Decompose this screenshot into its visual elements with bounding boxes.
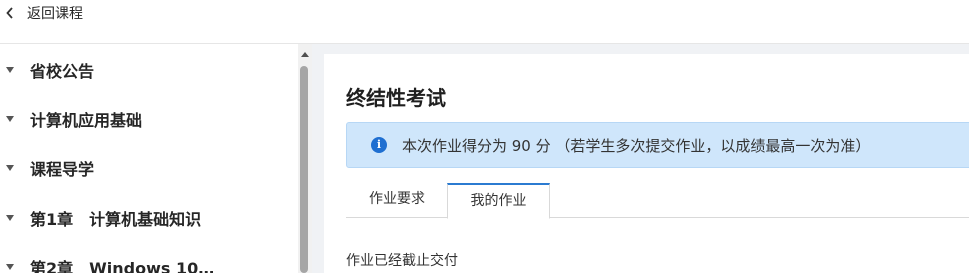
tab-requirements[interactable]: 作业要求 [346, 183, 448, 218]
back-to-course-link[interactable]: 返回课程 [6, 3, 83, 23]
caret-down-icon [6, 215, 14, 221]
back-label: 返回课程 [27, 6, 83, 22]
sidebar-item-announcements[interactable]: 省校公告 [0, 55, 298, 85]
sidebar-item-label: 省校公告 [30, 62, 95, 81]
caret-down-icon [6, 116, 14, 122]
submission-status-text: 作业已经截止交付 [346, 253, 458, 269]
assignment-panel: 终结性考试 i 本次作业得分为 90 分 （若学生多次提交作业，以成绩最高一次为… [324, 54, 969, 273]
info-icon: i [371, 137, 387, 153]
score-alert: i 本次作业得分为 90 分 （若学生多次提交作业，以成绩最高一次为准） [346, 122, 969, 168]
sidebar-item-label: 第1章 计算机基础知识 [30, 210, 202, 229]
score-alert-text: 本次作业得分为 90 分 （若学生多次提交作业，以成绩最高一次为准） [402, 137, 871, 155]
sidebar-item-label: 计算机应用基础 [30, 111, 143, 130]
top-bar: 返回课程 [0, 0, 969, 44]
sidebar-item-chapter-1[interactable]: 第1章 计算机基础知识 [0, 203, 298, 233]
caret-down-icon [6, 165, 14, 171]
scroll-up-arrow-icon[interactable] [301, 52, 309, 57]
scroll-thumb[interactable] [300, 66, 308, 273]
sidebar-item-label: 课程导学 [30, 160, 95, 179]
caret-down-icon [6, 264, 14, 270]
course-outline-sidebar: 省校公告 计算机应用基础 课程导学 第1章 计算机基础知识 第2章 Window… [0, 44, 312, 273]
sidebar-item-chapter-2[interactable]: 第2章 Windows 10… [0, 252, 298, 273]
chevron-left-icon [6, 7, 13, 19]
tab-my-work[interactable]: 我的作业 [447, 183, 550, 219]
assignment-tabs: 作业要求 我的作业 [346, 183, 969, 219]
sidebar-item-course-guide[interactable]: 课程导学 [0, 153, 298, 183]
sidebar-item-computer-basics[interactable]: 计算机应用基础 [0, 104, 298, 134]
sidebar-scrollbar[interactable] [298, 44, 312, 273]
caret-down-icon [6, 67, 14, 73]
sidebar-item-label: 第2章 Windows 10… [30, 259, 215, 273]
page-title: 终结性考试 [346, 86, 446, 110]
